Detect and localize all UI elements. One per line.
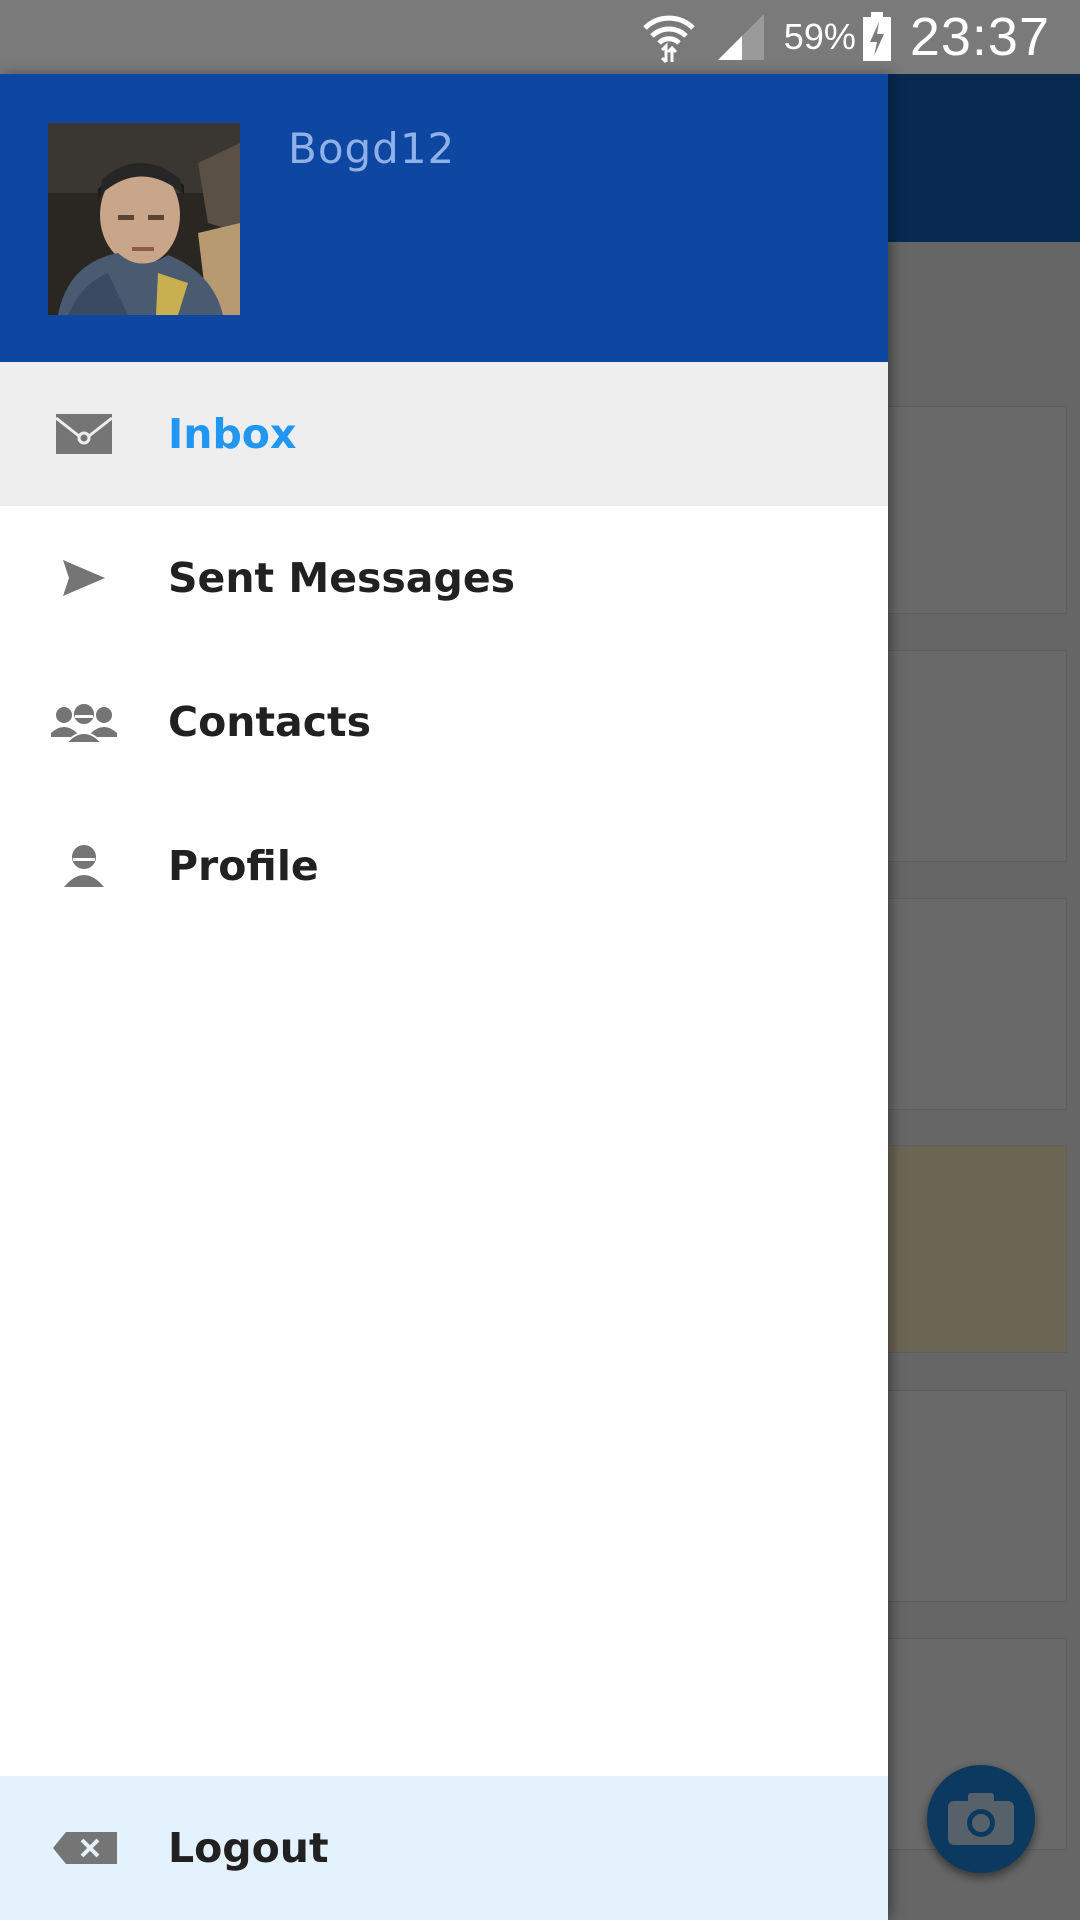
group-icon (50, 692, 118, 752)
backspace-icon (50, 1818, 120, 1878)
wifi-icon (643, 15, 695, 64)
person-icon (50, 836, 118, 896)
nav-label-sent-messages: Sent Messages (168, 554, 516, 602)
nav-item-sent-messages[interactable]: Sent Messages (0, 506, 888, 650)
nav-item-profile[interactable]: Profile (0, 794, 888, 938)
battery-percent: 59% (783, 16, 856, 57)
navigation-drawer: Bogd12 Inbox Sent Messages Contacts Prof… (0, 74, 888, 1920)
avatar[interactable] (48, 123, 240, 315)
nav-label-inbox: Inbox (168, 410, 297, 458)
nav-item-contacts[interactable]: Contacts (0, 650, 888, 794)
status-bar: 59% 23:37 (0, 0, 1080, 74)
logout-button[interactable]: Logout (0, 1776, 888, 1920)
username: Bogd12 (288, 124, 456, 173)
nav-label-contacts: Contacts (168, 698, 372, 746)
logout-label: Logout (168, 1824, 329, 1872)
drawer-header: Bogd12 (0, 74, 888, 362)
send-icon (50, 548, 118, 608)
envelope-icon (50, 404, 118, 464)
battery-charging-icon (862, 12, 891, 61)
avatar-photo (48, 123, 240, 315)
clock: 23:37 (909, 7, 1050, 67)
signal-icon (717, 14, 764, 60)
nav-label-profile: Profile (168, 842, 319, 890)
nav-item-inbox[interactable]: Inbox (0, 362, 888, 506)
